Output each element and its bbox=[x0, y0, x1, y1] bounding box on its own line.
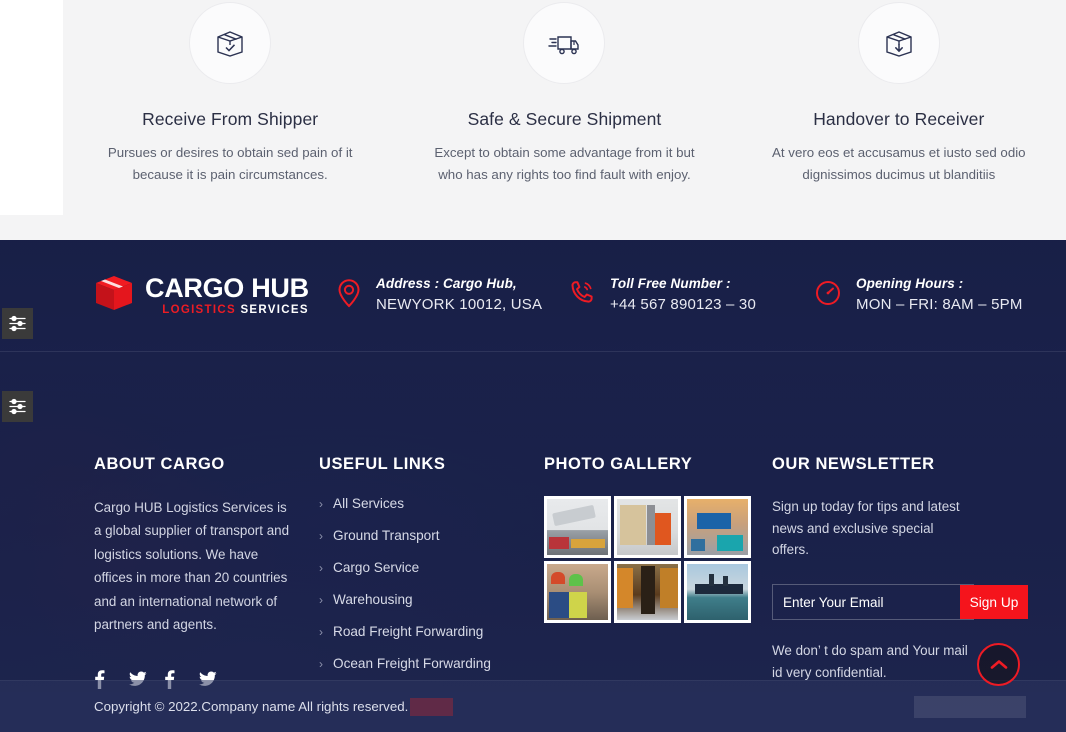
gallery-warehouse-workers[interactable] bbox=[544, 561, 611, 623]
settings-sliders-icon[interactable] bbox=[2, 308, 33, 339]
copyright-text: Copyright © 2022.Company name All rights… bbox=[94, 699, 409, 714]
list-item[interactable]: › Warehousing bbox=[319, 592, 544, 607]
left-white-gutter bbox=[0, 0, 63, 215]
gallery-container-terminal[interactable] bbox=[684, 496, 751, 558]
gallery-warehouse-aisle[interactable] bbox=[614, 561, 681, 623]
link-label: Ocean Freight Forwarding bbox=[333, 656, 491, 671]
photo-gallery-heading: PHOTO GALLERY bbox=[544, 455, 693, 473]
newsletter-heading: OUR NEWSLETTER bbox=[772, 455, 935, 473]
contact-item-phone: Toll Free Number : +44 567 890123 – 30 bbox=[568, 276, 814, 315]
list-item[interactable]: › Ocean Freight Forwarding bbox=[319, 656, 544, 671]
chevron-right-icon: › bbox=[319, 624, 323, 639]
photo-gallery-grid bbox=[544, 496, 751, 623]
contact-hours-label: Opening Hours : bbox=[856, 275, 964, 291]
list-item[interactable]: › Road Freight Forwarding bbox=[319, 624, 544, 639]
feature-title: Safe & Secure Shipment bbox=[467, 109, 662, 129]
settings-sliders-icon[interactable] bbox=[2, 391, 33, 422]
copyright-bar: Copyright © 2022.Company name All rights… bbox=[0, 680, 1066, 732]
footer-column-photo-gallery: PHOTO GALLERY bbox=[544, 352, 772, 689]
list-item[interactable]: › Ground Transport bbox=[319, 528, 544, 543]
contact-address-text: Address : Cargo Hub, NEWYORK 10012, USA bbox=[376, 276, 542, 315]
link-label: Cargo Service bbox=[333, 560, 420, 575]
chevron-up-icon bbox=[990, 659, 1007, 669]
link-label: Road Freight Forwarding bbox=[333, 624, 484, 639]
logo-subtitle-logistics: LOGISTICS bbox=[162, 303, 236, 316]
delivery-truck-icon bbox=[523, 2, 606, 84]
chevron-right-icon: › bbox=[319, 496, 323, 511]
contact-hours-text: Opening Hours : MON – FRI: 8AM – 5PM bbox=[856, 276, 1023, 315]
logo-title: CARGO HUB bbox=[145, 272, 309, 303]
newsletter-text: Sign up today for tips and latest news a… bbox=[772, 499, 960, 558]
newsletter-note: We don’ t do spam and Your mail id very … bbox=[772, 643, 968, 680]
chevron-right-icon: › bbox=[319, 560, 323, 575]
feature-description: Except to obtain some advantage from it … bbox=[434, 145, 695, 182]
page-root: Receive From Shipper Pursues or desires … bbox=[0, 0, 1066, 732]
newsletter-signup-button[interactable]: Sign Up bbox=[960, 585, 1028, 620]
contact-phone-label: Toll Free Number : bbox=[610, 275, 731, 291]
features-row: Receive From Shipper Pursues or desires … bbox=[63, 0, 1066, 200]
about-text: Cargo HUB Logistics Services is a global… bbox=[94, 500, 290, 633]
site-footer: CARGO HUB LOGISTICS SERVICES Address : C… bbox=[0, 240, 1066, 732]
logo-subtitle: LOGISTICS SERVICES bbox=[145, 303, 309, 317]
gallery-air-freight[interactable] bbox=[544, 496, 611, 558]
map-pin-icon bbox=[336, 278, 362, 313]
box-download-icon bbox=[857, 2, 940, 84]
contact-item-hours: Opening Hours : MON – FRI: 8AM – 5PM bbox=[814, 276, 1023, 315]
gallery-cargo-ship-sunset[interactable] bbox=[684, 561, 751, 623]
link-label: Ground Transport bbox=[333, 528, 440, 543]
footer-column-newsletter: OUR NEWSLETTER Sign up today for tips an… bbox=[772, 352, 1028, 689]
link-label: All Services bbox=[333, 496, 405, 511]
site-logo[interactable]: CARGO HUB LOGISTICS SERVICES bbox=[94, 274, 336, 317]
footer-columns: ABOUT CARGO Cargo HUB Logistics Services… bbox=[0, 352, 1066, 689]
contact-address-label: Address : Cargo Hub, bbox=[376, 275, 517, 291]
useful-links-list: › All Services › Ground Transport › Cargo S… bbox=[319, 496, 544, 671]
phone-ring-icon bbox=[568, 279, 596, 312]
logo-text: CARGO HUB LOGISTICS SERVICES bbox=[145, 272, 309, 317]
list-item[interactable]: › All Services bbox=[319, 496, 544, 511]
chevron-right-icon: › bbox=[319, 528, 323, 543]
contact-phone-text: Toll Free Number : +44 567 890123 – 30 bbox=[610, 276, 756, 315]
feature-description: At vero eos et accusamus et iusto sed od… bbox=[772, 145, 1026, 182]
about-heading: ABOUT CARGO bbox=[94, 455, 225, 473]
clock-icon bbox=[814, 279, 842, 312]
feature-card-handover-to-receiver: Handover to Receiver At vero eos et accu… bbox=[732, 0, 1066, 200]
feature-card-receive-from-shipper: Receive From Shipper Pursues or desires … bbox=[63, 0, 397, 200]
contact-item-address: Address : Cargo Hub, NEWYORK 10012, USA bbox=[336, 276, 568, 315]
box-check-icon bbox=[189, 2, 272, 84]
feature-card-safe-secure-shipment: Safe & Secure Shipment Except to obtain … bbox=[397, 0, 731, 200]
logo-subtitle-services: SERVICES bbox=[240, 303, 309, 316]
contact-address-value: NEWYORK 10012, USA bbox=[376, 295, 543, 313]
contact-hours-value: MON – FRI: 8AM – 5PM bbox=[856, 295, 1023, 313]
scroll-to-top-button[interactable] bbox=[977, 643, 1020, 686]
chevron-right-icon: › bbox=[319, 656, 323, 671]
newsletter-form: Sign Up bbox=[772, 584, 1028, 621]
link-label: Warehousing bbox=[333, 592, 413, 607]
cargo-box-logo-icon bbox=[94, 274, 134, 317]
footer-column-useful-links: USEFUL LINKS › All Services › Ground Trans… bbox=[319, 352, 544, 689]
feature-title: Receive From Shipper bbox=[142, 109, 319, 129]
copyright-placeholder-badge bbox=[410, 697, 454, 716]
feature-description: Pursues or desires to obtain sed pain of… bbox=[107, 145, 353, 182]
features-section: Receive From Shipper Pursues or desires … bbox=[0, 0, 1066, 240]
list-item[interactable]: › Cargo Service bbox=[319, 560, 544, 575]
footer-column-about: ABOUT CARGO Cargo HUB Logistics Services… bbox=[94, 352, 319, 689]
useful-links-heading: USEFUL LINKS bbox=[319, 455, 446, 473]
contact-bar: CARGO HUB LOGISTICS SERVICES Address : C… bbox=[0, 240, 1066, 352]
feature-title: Handover to Receiver bbox=[813, 109, 985, 129]
contact-phone-value: +44 567 890123 – 30 bbox=[610, 295, 757, 313]
newsletter-email-input[interactable] bbox=[773, 585, 960, 620]
footer-right-placeholder bbox=[914, 695, 1026, 718]
gallery-forklift-boxes[interactable] bbox=[614, 496, 681, 558]
chevron-right-icon: › bbox=[319, 592, 323, 607]
